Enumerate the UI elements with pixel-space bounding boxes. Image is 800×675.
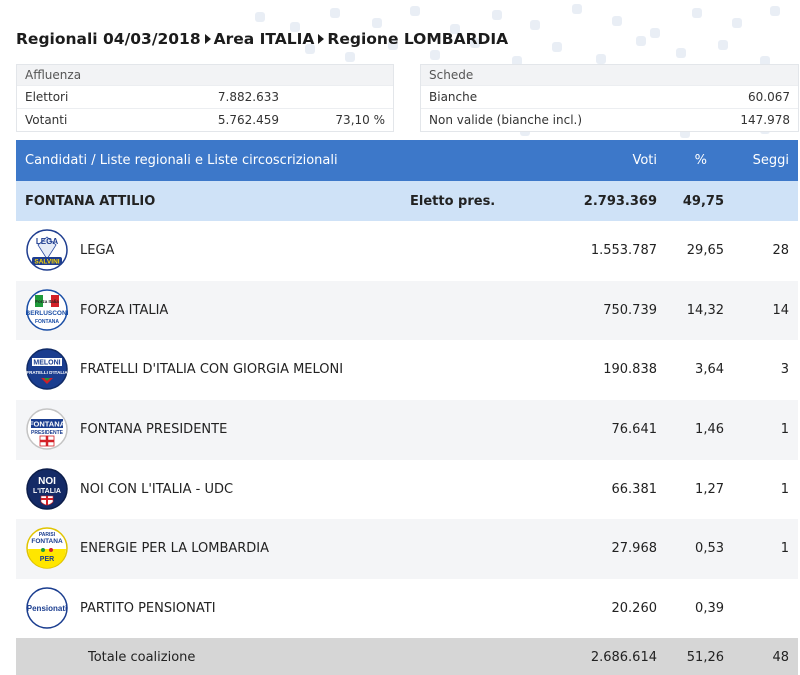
total-percent: 51,26 <box>686 650 724 665</box>
candidate-status: Eletto pres. <box>410 194 496 209</box>
party-name[interactable]: FORZA ITALIA <box>80 303 168 318</box>
party-percent: 0,39 <box>695 601 724 617</box>
schede-label: Non valide (bianche incl.) <box>429 113 583 127</box>
schede-box: Schede Bianche 60.067 Non valide (bianch… <box>420 64 799 132</box>
party-voti: 76.641 <box>611 422 658 438</box>
svg-text:LEGA: LEGA <box>36 237 58 246</box>
party-seggi: 1 <box>780 481 789 497</box>
svg-text:Pensionati: Pensionati <box>27 604 67 613</box>
affluenza-label: Elettori <box>25 90 69 104</box>
affluenza-percentage: 73,10 % <box>335 113 385 127</box>
header-seggi: Seggi <box>752 153 789 168</box>
forza-italia-logo: Forza Italia BERLUSCONI FONTANA <box>26 288 69 331</box>
candidate-row: FONTANA ATTILIO Eletto pres. 2.793.369 4… <box>16 181 798 221</box>
svg-text:SALVINI: SALVINI <box>34 259 59 266</box>
affluenza-title: Affluenza <box>17 65 393 85</box>
party-row: MELONI FRATELLI D'ITALIA FRATELLI D'ITAL… <box>16 340 798 400</box>
breadcrumb-arrow-icon <box>318 34 325 44</box>
party-voti: 190.838 <box>603 362 657 378</box>
candidate-name: FONTANA ATTILIO <box>25 194 156 209</box>
svg-text:PER: PER <box>40 556 54 563</box>
party-name[interactable]: ENERGIE PER LA LOMBARDIA <box>80 541 269 556</box>
party-row: PARISI FONTANA PER ENERGIE PER LA LOMBAR… <box>16 519 798 580</box>
party-percent: 29,65 <box>686 243 724 258</box>
breadcrumb-area[interactable]: Area ITALIA <box>214 30 315 48</box>
fontana-presidente-logo: FONTANA PRESIDENTE <box>26 408 68 450</box>
svg-text:FONTANA: FONTANA <box>29 420 66 429</box>
schede-row-bianche: Bianche 60.067 <box>421 85 798 108</box>
affluenza-row-elettori: Elettori 7.882.633 <box>17 85 393 108</box>
party-list: LEGA SALVINI LEGA 1.553.787 29,65 28 For… <box>16 221 798 639</box>
svg-text:Forza Italia: Forza Italia <box>35 299 59 304</box>
party-voti: 1.553.787 <box>590 243 657 258</box>
party-seggi: 1 <box>780 541 789 557</box>
header-voti: Voti <box>632 153 657 168</box>
svg-text:FONTANA: FONTANA <box>35 319 59 325</box>
party-seggi: 3 <box>780 362 789 378</box>
header-percent: % <box>694 153 707 168</box>
affluenza-value: 5.762.459 <box>217 113 279 127</box>
svg-text:NOI: NOI <box>38 476 56 487</box>
noi-con-italia-logo: NOI L'ITALIA <box>26 468 68 510</box>
candidate-voti: 2.793.369 <box>583 194 657 209</box>
svg-text:FONTANA: FONTANA <box>31 538 63 545</box>
schede-value: 147.978 <box>740 113 790 127</box>
energie-lombardia-logo: PARISI FONTANA PER <box>26 527 68 570</box>
breadcrumb-arrow-icon <box>204 34 211 44</box>
results-table-header: Candidati / Liste regionali e Liste circ… <box>16 140 798 181</box>
party-percent: 3,64 <box>695 362 724 378</box>
schede-title: Schede <box>421 65 798 85</box>
affluenza-value: 7.882.633 <box>217 90 279 104</box>
party-row: LEGA SALVINI LEGA 1.553.787 29,65 28 <box>16 221 798 281</box>
breadcrumb-election[interactable]: Regionali 04/03/2018 <box>16 30 201 48</box>
svg-text:PRESIDENTE: PRESIDENTE <box>31 430 64 436</box>
total-seggi: 48 <box>772 650 789 665</box>
affluenza-box: Affluenza Elettori 7.882.633 Votanti 5.7… <box>16 64 394 132</box>
party-name[interactable]: PARTITO PENSIONATI <box>80 601 216 616</box>
candidate-percent: 49,75 <box>682 194 724 209</box>
svg-text:FRATELLI D'ITALIA: FRATELLI D'ITALIA <box>26 370 68 375</box>
fratelli-italia-logo: MELONI FRATELLI D'ITALIA <box>26 348 68 391</box>
partito-pensionati-logo: Pensionati <box>26 587 68 629</box>
party-percent: 1,46 <box>695 422 724 438</box>
total-label: Totale coalizione <box>88 650 196 665</box>
party-row: Forza Italia BERLUSCONI FONTANA FORZA IT… <box>16 280 798 341</box>
party-name[interactable]: FRATELLI D'ITALIA CON GIORGIA MELONI <box>80 362 343 377</box>
breadcrumb: Regionali 04/03/2018 Area ITALIA Regione… <box>16 30 508 48</box>
party-voti: 750.739 <box>603 302 657 318</box>
svg-text:MELONI: MELONI <box>33 360 60 367</box>
party-row: Pensionati PARTITO PENSIONATI 20.260 0,3… <box>16 579 798 639</box>
party-percent: 0,53 <box>695 541 724 557</box>
party-percent: 1,27 <box>695 481 724 497</box>
schede-label: Bianche <box>429 90 478 104</box>
party-name[interactable]: NOI CON L'ITALIA - UDC <box>80 482 233 497</box>
header-candidati: Candidati / Liste regionali e Liste circ… <box>25 153 338 168</box>
party-row: FONTANA PRESIDENTE FONTANA PRESIDENTE 76… <box>16 400 798 460</box>
svg-text:BERLUSCONI: BERLUSCONI <box>26 310 68 317</box>
total-voti: 2.686.614 <box>590 650 657 665</box>
schede-row-non-valide: Non valide (bianche incl.) 147.978 <box>421 108 798 131</box>
party-row: NOI L'ITALIA NOI CON L'ITALIA - UDC 66.3… <box>16 460 798 520</box>
party-percent: 14,32 <box>686 302 724 318</box>
schede-value: 60.067 <box>748 90 790 104</box>
party-seggi: 14 <box>772 302 789 318</box>
party-name[interactable]: LEGA <box>80 243 114 258</box>
affluenza-label: Votanti <box>25 113 68 127</box>
breadcrumb-region[interactable]: Regione LOMBARDIA <box>327 30 508 48</box>
affluenza-row-votanti: Votanti 5.762.459 73,10 % <box>17 108 393 131</box>
party-voti: 66.381 <box>611 481 658 497</box>
lega-logo: LEGA SALVINI <box>26 229 68 271</box>
total-row: Totale coalizione 2.686.614 51,26 48 <box>16 638 798 675</box>
svg-text:L'ITALIA: L'ITALIA <box>33 488 61 495</box>
party-voti: 27.968 <box>611 541 658 557</box>
party-seggi: 28 <box>772 243 789 258</box>
party-voti: 20.260 <box>611 601 658 617</box>
party-name[interactable]: FONTANA PRESIDENTE <box>80 422 227 437</box>
party-seggi: 1 <box>780 422 789 438</box>
